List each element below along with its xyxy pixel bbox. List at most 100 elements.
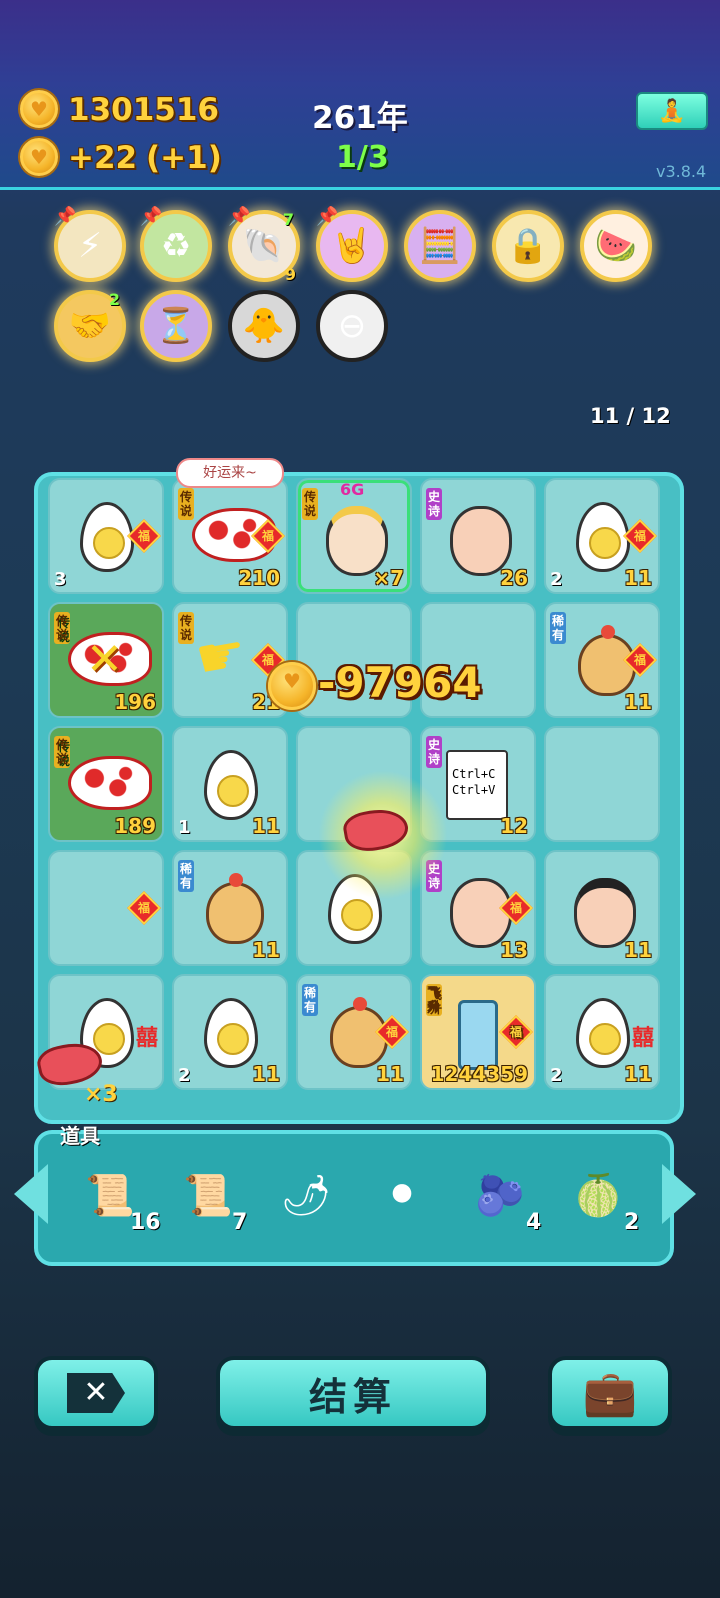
rarity-tag: 史诗: [426, 736, 442, 768]
coin-loss-icon: [268, 662, 316, 710]
minus-coin-icon: ⊖: [337, 306, 367, 346]
cell-count: 1: [178, 817, 191, 838]
relic-recycle[interactable]: ♻ 📌: [140, 206, 212, 282]
multiplier-label: ×3: [84, 1082, 118, 1107]
cell-count: 2: [178, 1065, 191, 1086]
shell-icon: 🐚: [242, 226, 286, 266]
cell-value: 26: [500, 566, 528, 590]
math-brain-icon: 🧮: [418, 226, 462, 266]
chick-egg-icon: 🐥: [242, 306, 286, 346]
lightning-icon: ⚡: [78, 226, 102, 266]
round-progress: 1/3: [336, 140, 389, 175]
inventory-button[interactable]: 💼: [548, 1356, 672, 1430]
egg-icon: [576, 502, 630, 572]
coin-income-icon: [20, 138, 58, 176]
rarity-tag: 传说: [54, 612, 70, 644]
slot-cell[interactable]: 传说 189: [48, 726, 164, 842]
items-next-arrow[interactable]: [662, 1164, 696, 1224]
fu-char: 福: [633, 529, 646, 543]
cell-top-label: 6G: [340, 480, 365, 499]
item-count: 16: [130, 1210, 161, 1235]
relic-safe[interactable]: 🔒: [492, 210, 564, 282]
copy-text: Ctrl+C: [452, 767, 496, 781]
rarity-tag: 传说: [178, 488, 194, 520]
slot-cell[interactable]: 飞升福 1244359: [420, 974, 536, 1090]
paste-text: Ctrl+V: [452, 783, 496, 797]
slot-cell[interactable]: [544, 726, 660, 842]
coin-icon: [20, 90, 58, 128]
egg-icon: [576, 998, 630, 1068]
fruit-basket-icon: 🍉: [594, 226, 638, 266]
pin-icon: 📌: [316, 206, 339, 227]
meditation-button[interactable]: 🧘: [636, 92, 708, 130]
recycle-icon: ♻: [160, 226, 192, 266]
slot-cell[interactable]: 11: [544, 850, 660, 966]
relic-hourglass-eggs[interactable]: ⏳: [140, 290, 212, 362]
item-pepper[interactable]: 🌶: [266, 1160, 346, 1230]
slot-cell[interactable]: 2 11: [172, 974, 288, 1090]
relic-badge: 7: [282, 210, 294, 229]
relic-handshake[interactable]: 🤝 2: [54, 290, 126, 362]
pin-icon: 📌: [228, 206, 251, 227]
relic-rock-hand[interactable]: 🤘 📌: [316, 206, 388, 282]
slot-cell[interactable]: 福3: [48, 478, 164, 594]
relic-minus-coin[interactable]: ⊖: [316, 290, 388, 362]
items-prev-arrow[interactable]: [14, 1164, 48, 1224]
copy-paste-icon: Ctrl+C Ctrl+V: [446, 750, 508, 820]
scroll-set-a-icon: 📜: [85, 1172, 135, 1219]
rarity-tag: 史诗: [426, 488, 442, 520]
cell-value: 13: [500, 938, 528, 962]
fu-char: 福: [385, 1025, 398, 1039]
relic-lightning[interactable]: ⚡ 📌: [54, 206, 126, 282]
fu-char: 福: [137, 901, 150, 915]
item-black-hole[interactable]: ⚫: [362, 1160, 442, 1230]
fu-badge: 福: [127, 891, 161, 925]
slot-cell[interactable]: 史诗 26: [420, 478, 536, 594]
cell-value: 12: [500, 814, 528, 838]
pin-icon: 📌: [54, 206, 77, 227]
cell-value: 189: [114, 814, 156, 838]
black-hole-icon: ⚫: [385, 1172, 419, 1218]
slot-cell[interactable]: 福: [48, 850, 164, 966]
cell-count: 3: [54, 569, 67, 590]
slot-cell[interactable]: 稀有福 11: [544, 602, 660, 718]
xi-badge: 囍: [631, 1026, 654, 1051]
cell-value: 11: [252, 1062, 280, 1086]
hourglass-eggs-icon: ⏳: [154, 306, 198, 346]
rarity-tag: 传说: [302, 488, 318, 520]
cell-value: 11: [624, 938, 652, 962]
blueberry-icon: 🫐: [475, 1172, 525, 1219]
slot-cell[interactable]: ✕ 传说 196: [48, 602, 164, 718]
fu-char: 福: [633, 653, 646, 667]
cell-value: 11: [624, 1062, 652, 1086]
relic-math-brain[interactable]: 🧮: [404, 210, 476, 282]
rarity-tag: 飞升: [426, 984, 442, 1016]
cell-value: 210: [238, 566, 280, 590]
slot-cell[interactable]: 囍 2 11: [544, 974, 660, 1090]
delete-button[interactable]: ✕: [34, 1356, 158, 1430]
settle-button[interactable]: 结算: [216, 1356, 490, 1430]
cell-value: 11: [252, 938, 280, 962]
item-count: 7: [232, 1210, 248, 1235]
settle-label: 结算: [308, 1374, 397, 1419]
delete-icon: ✕: [67, 1373, 125, 1413]
slot-cell[interactable]: 1 11: [172, 726, 288, 842]
relic-shell[interactable]: 🐚 📌 7 9: [228, 206, 300, 284]
year-label: 261年: [312, 100, 408, 136]
item-count: 2: [624, 1210, 640, 1235]
cell-value: 11: [252, 814, 280, 838]
rarity-tag: 稀有: [302, 984, 318, 1016]
slot-cell[interactable]: 稀有福 11: [296, 974, 412, 1090]
relic-chick-egg[interactable]: 🐥: [228, 290, 300, 362]
slot-cell[interactable]: 稀有 11: [172, 850, 288, 966]
cell-value: 196: [114, 690, 156, 714]
coin-total: 1301516: [68, 92, 219, 128]
scroll-set-b-icon: 📜: [183, 1172, 233, 1219]
relic-fruit-basket[interactable]: 🍉: [580, 210, 652, 282]
egg-icon: [204, 998, 258, 1068]
slot-cell[interactable]: 福 2 11: [544, 478, 660, 594]
slot-cell[interactable]: 传说福 210: [172, 478, 288, 594]
fu-char: 福: [261, 529, 274, 543]
pin-icon: 📌: [140, 206, 163, 227]
slot-cell[interactable]: 传说 6G ×7: [296, 478, 412, 594]
